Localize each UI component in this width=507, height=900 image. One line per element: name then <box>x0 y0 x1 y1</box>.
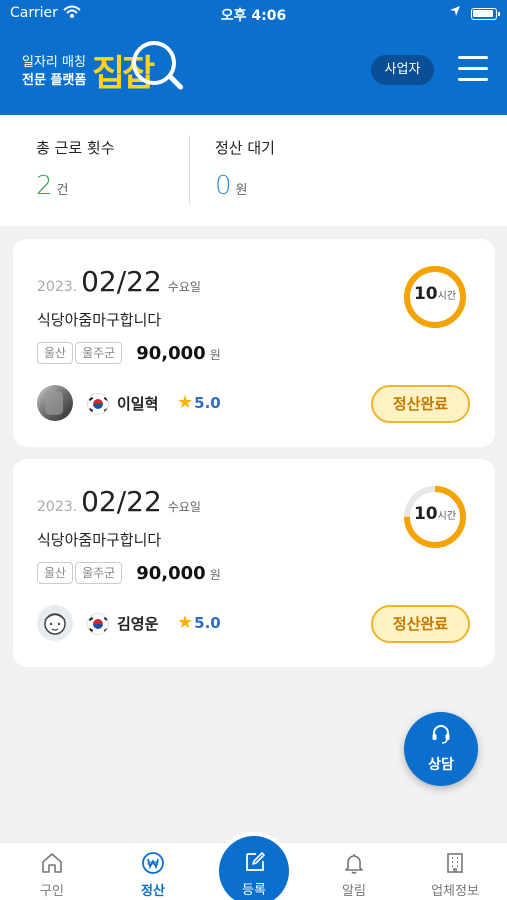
work-count-unit: 건 <box>56 183 69 198</box>
work-hours-ring: 10시간 <box>402 484 468 550</box>
app-logo[interactable]: 일자리 매칭 전문 플랫폼 집잡 <box>22 40 192 100</box>
work-count-value-group: 2건 <box>36 171 69 201</box>
settlement-complete-button[interactable]: 정산완료 <box>371 385 470 423</box>
job-card[interactable]: 2023. 02/22 수요일 식당아줌마구합니다 울산 울주군 90,000 원 10시… <box>13 459 495 667</box>
district-tag: 울주군 <box>75 562 123 584</box>
pending-settlement-value: 0 <box>215 171 232 201</box>
work-hours-value: 10 <box>413 284 438 304</box>
region-tag: 울산 <box>37 342 74 364</box>
worker-name: 김영운 <box>117 615 159 633</box>
register-button[interactable]: 등록 <box>215 832 293 900</box>
pending-settlement-unit: 원 <box>235 183 248 198</box>
battery-icon <box>471 8 500 20</box>
status-time: 오후 4:06 <box>220 8 287 24</box>
bell-icon <box>342 851 366 875</box>
job-date: 2023. 02/22 수요일 <box>37 265 201 298</box>
job-card[interactable]: 2023. 02/22 수요일 식당아줌마구합니다 울산 울주군 90,000 원 10시… <box>13 239 495 447</box>
logo-tagline-1: 일자리 매칭 <box>22 55 86 70</box>
job-weekday: 수요일 <box>167 280 201 294</box>
job-title: 식당아줌마구합니다 <box>37 531 162 549</box>
nav-item-notifications[interactable]: 알림 <box>314 843 394 900</box>
job-year: 2023. <box>37 279 78 295</box>
wage-unit: 원 <box>209 347 221 362</box>
hamburger-icon[interactable] <box>458 56 488 82</box>
job-weekday: 수요일 <box>167 500 201 514</box>
work-count-label: 총 근로 횟수 <box>36 139 115 157</box>
consult-label: 상담 <box>428 757 454 773</box>
consult-button[interactable]: 상담 <box>404 712 478 786</box>
wage-amount: 90,000 <box>136 342 206 364</box>
job-year: 2023. <box>37 499 78 515</box>
pending-settlement-value-group: 0원 <box>215 171 248 201</box>
job-wage: 90,000 원 <box>136 563 221 584</box>
nav-label: 구인 <box>40 884 64 899</box>
nav-label: 정산 <box>141 884 165 899</box>
status-bar: Carrier 오후 4:06 <box>0 0 507 28</box>
district-tag: 울주군 <box>75 342 123 364</box>
nav-label: 등록 <box>242 883 266 898</box>
location-arrow-icon <box>449 5 461 21</box>
work-hours-text: 10시간 <box>402 284 468 304</box>
summary-divider <box>189 135 190 205</box>
app-header: Carrier 오후 4:06 일자리 매칭 전문 플랫폼 집잡 사업자 <box>0 0 507 115</box>
work-hours-text: 10시간 <box>402 504 468 524</box>
work-hours-value: 10 <box>413 504 438 524</box>
work-hours-ring: 10시간 <box>402 264 468 330</box>
korea-flag-icon <box>87 613 109 635</box>
job-tags: 울산 울주군 90,000 원 <box>37 562 221 586</box>
nav-label: 알림 <box>342 884 366 899</box>
job-month-day: 02/22 <box>81 485 162 518</box>
rating-value: 5.0 <box>194 394 221 412</box>
nav-item-settlement[interactable]: 정산 <box>113 843 193 900</box>
job-tags: 울산 울주군 90,000 원 <box>37 342 221 366</box>
building-icon <box>443 851 467 875</box>
worker-rating: ★5.0 <box>177 612 221 633</box>
star-icon: ★ <box>177 612 194 633</box>
job-month-day: 02/22 <box>81 265 162 298</box>
register-button-inner: 등록 <box>219 836 289 900</box>
avatar[interactable] <box>37 385 73 421</box>
rating-value: 5.0 <box>194 614 221 632</box>
region-tag: 울산 <box>37 562 74 584</box>
settlement-summary: 총 근로 횟수 2건 정산 대기 0원 <box>0 115 507 226</box>
logo-tagline-2: 전문 플랫폼 <box>22 73 87 88</box>
headset-icon <box>431 724 451 744</box>
worker-rating: ★5.0 <box>177 392 221 413</box>
star-icon: ★ <box>177 392 194 413</box>
job-title: 식당아줌마구합니다 <box>37 311 162 329</box>
nav-item-recruit[interactable]: 구인 <box>12 843 92 900</box>
magnifier-handle <box>167 74 185 91</box>
pending-settlement-label: 정산 대기 <box>215 139 275 157</box>
work-hours-unit: 시간 <box>437 291 457 302</box>
job-date: 2023. 02/22 수요일 <box>37 485 201 518</box>
edit-icon <box>243 850 267 874</box>
nav-label: 업체정보 <box>431 884 479 899</box>
korea-flag-icon <box>87 393 109 415</box>
avatar[interactable] <box>37 605 73 641</box>
worker-name: 이일혁 <box>117 395 159 413</box>
work-hours-unit: 시간 <box>437 511 457 522</box>
work-count-value: 2 <box>36 171 53 201</box>
home-icon <box>40 851 64 875</box>
nav-item-company-info[interactable]: 업체정보 <box>415 843 495 900</box>
won-coin-icon <box>141 851 165 875</box>
wage-unit: 원 <box>209 567 221 582</box>
wage-amount: 90,000 <box>136 562 206 584</box>
job-wage: 90,000 원 <box>136 343 221 364</box>
business-mode-button[interactable]: 사업자 <box>371 55 434 85</box>
settlement-complete-button[interactable]: 정산완료 <box>371 605 470 643</box>
